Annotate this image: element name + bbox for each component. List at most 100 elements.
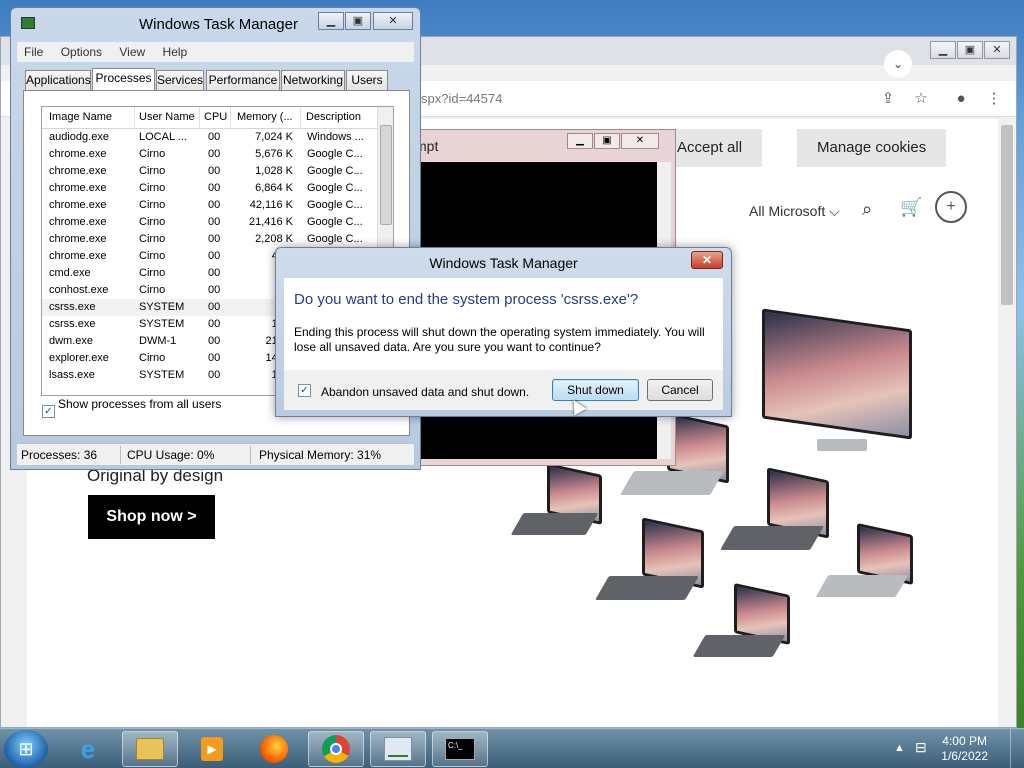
close-button[interactable]: ✕	[621, 133, 659, 149]
process-cpu: 00	[208, 318, 221, 330]
show-all-users-label: Show processes from all users	[58, 397, 222, 411]
process-cpu: 00	[208, 335, 221, 347]
folder-icon[interactable]	[122, 731, 178, 767]
manage-cookies-button[interactable]: Manage cookies	[797, 129, 947, 167]
process-memory: 42,116 K	[249, 199, 293, 211]
status-processes: Processes: 36	[21, 448, 98, 462]
column-image-name[interactable]: Image Name	[49, 111, 112, 123]
column-user-name[interactable]: User Name	[139, 111, 195, 123]
minimize-button[interactable]: ▁	[567, 133, 593, 149]
account-icon[interactable]: +	[935, 191, 967, 223]
network-icon[interactable]: ⊟	[915, 739, 927, 756]
table-row[interactable]: chrome.exe Cirno 00 2,208 K Google C...	[42, 231, 377, 248]
process-user: Cirno	[139, 165, 166, 177]
column-divider[interactable]	[199, 107, 200, 129]
process-description: Windows ...	[307, 131, 364, 143]
column-description[interactable]: Description	[306, 111, 361, 123]
show-desktop-button[interactable]	[1010, 729, 1024, 768]
process-description: Google C...	[307, 199, 363, 211]
share-icon[interactable]: ⇪	[878, 89, 898, 109]
table-row[interactable]: chrome.exe Cirno 00 5,676 K Google C...	[42, 146, 377, 163]
maximize-button[interactable]: ▣	[594, 133, 620, 149]
close-button[interactable]: ✕	[984, 41, 1010, 59]
column-divider[interactable]	[134, 107, 135, 129]
internet-explorer-icon[interactable]: e	[60, 731, 116, 767]
media-player-icon[interactable]: ▶	[184, 731, 240, 767]
tab-applications[interactable]: Applications	[25, 70, 91, 90]
show-all-users-checkbox[interactable]: ✓	[42, 405, 55, 418]
search-icon[interactable]: ⌕	[862, 199, 872, 220]
process-user: Cirno	[139, 233, 166, 245]
laptop-image	[510, 463, 607, 549]
process-description: Google C...	[307, 165, 363, 177]
process-name: audiodg.exe	[49, 131, 109, 143]
maximize-button[interactable]: ▣	[957, 41, 983, 59]
tab-networking[interactable]: Networking	[281, 70, 345, 90]
abandon-data-checkbox[interactable]: ✓	[298, 384, 311, 397]
profile-icon[interactable]: ●	[951, 89, 971, 109]
cart-icon[interactable]: 🛒	[900, 197, 922, 218]
table-row[interactable]: chrome.exe Cirno 00 42,116 K Google C...	[42, 197, 377, 214]
chevron-down-icon[interactable]: ⌄	[884, 50, 912, 78]
address-bar[interactable]: spx?id=44574	[421, 91, 502, 106]
dialog-title: Windows Task Manager	[429, 255, 578, 271]
shop-now-button[interactable]: Shop now >	[88, 495, 215, 539]
process-description: Google C...	[307, 148, 363, 160]
laptop-image	[595, 517, 712, 614]
process-description: Google C...	[307, 216, 363, 228]
table-row[interactable]: chrome.exe Cirno 00 6,864 K Google C...	[42, 180, 377, 197]
column-divider[interactable]	[300, 107, 301, 129]
firefox-icon[interactable]	[246, 731, 302, 767]
chrome-icon[interactable]	[308, 731, 364, 767]
process-cpu: 00	[208, 131, 221, 143]
bookmark-star-icon[interactable]: ☆	[911, 89, 931, 109]
tab-processes[interactable]: Processes	[92, 68, 155, 91]
menu-options[interactable]: Options	[54, 42, 109, 62]
chevron-down-icon: ⌵	[829, 203, 840, 219]
table-row[interactable]: chrome.exe Cirno 00 1,028 K Google C...	[42, 163, 377, 180]
menu-kebab-icon[interactable]: ⋮	[984, 89, 1004, 109]
minimize-button[interactable]: ▁	[318, 12, 344, 30]
tab-users[interactable]: Users	[346, 70, 388, 90]
window-title: Windows Task Manager	[139, 16, 298, 33]
process-memory: 6,864 K	[255, 182, 293, 194]
process-name: dwm.exe	[49, 335, 94, 347]
process-name: chrome.exe	[49, 148, 107, 160]
process-user: Cirno	[139, 148, 166, 160]
tray-arrow-icon[interactable]: ▲	[894, 742, 905, 754]
shut-down-button[interactable]: Shut down	[552, 379, 639, 401]
column-memory[interactable]: Memory (...	[237, 111, 293, 123]
menu-view[interactable]: View	[112, 42, 152, 62]
process-memory: 21,416 K	[248, 216, 293, 228]
scroll-thumb[interactable]	[380, 125, 392, 225]
tab-performance[interactable]: Performance	[206, 70, 280, 90]
process-description: Google C...	[307, 182, 363, 194]
start-button[interactable]: ⊞	[4, 730, 48, 768]
tab-services[interactable]: Services	[156, 70, 204, 90]
task-manager-icon[interactable]	[370, 731, 426, 767]
clock-time: 4:00 PM	[942, 734, 987, 748]
minimize-button[interactable]: ▁	[930, 41, 956, 59]
column-cpu[interactable]: CPU	[204, 111, 227, 123]
table-row[interactable]: chrome.exe Cirno 00 21,416 K Google C...	[42, 214, 377, 231]
status-cpu: CPU Usage: 0%	[127, 448, 215, 462]
status-bar: Processes: 36 CPU Usage: 0% Physical Mem…	[17, 443, 414, 465]
cancel-button[interactable]: Cancel	[647, 379, 713, 401]
table-row[interactable]: audiodg.exe LOCAL ... 00 7,024 K Windows ...	[42, 129, 377, 146]
close-button[interactable]: ✕	[373, 12, 413, 30]
status-divider	[250, 446, 251, 464]
scroll-thumb[interactable]	[1001, 125, 1013, 305]
process-user: SYSTEM	[139, 301, 185, 313]
close-button[interactable]: ✕	[691, 251, 723, 269]
all-microsoft-menu[interactable]: All Microsoft ⌵	[749, 203, 840, 220]
clock[interactable]: 4:00 PM 1/6/2022	[941, 734, 988, 764]
menu-file[interactable]: File	[17, 42, 50, 62]
dialog-body: Do you want to end the system process 'c…	[284, 278, 723, 370]
maximize-button[interactable]: ▣	[345, 12, 371, 30]
process-cpu: 00	[208, 284, 221, 296]
column-divider[interactable]	[230, 107, 231, 129]
menu-help[interactable]: Help	[156, 42, 195, 62]
cmd-icon[interactable]: C:\_	[432, 731, 488, 767]
page-scrollbar[interactable]	[998, 119, 1016, 727]
list-header: Image Name User Name CPU Memory (... Des…	[42, 107, 377, 129]
